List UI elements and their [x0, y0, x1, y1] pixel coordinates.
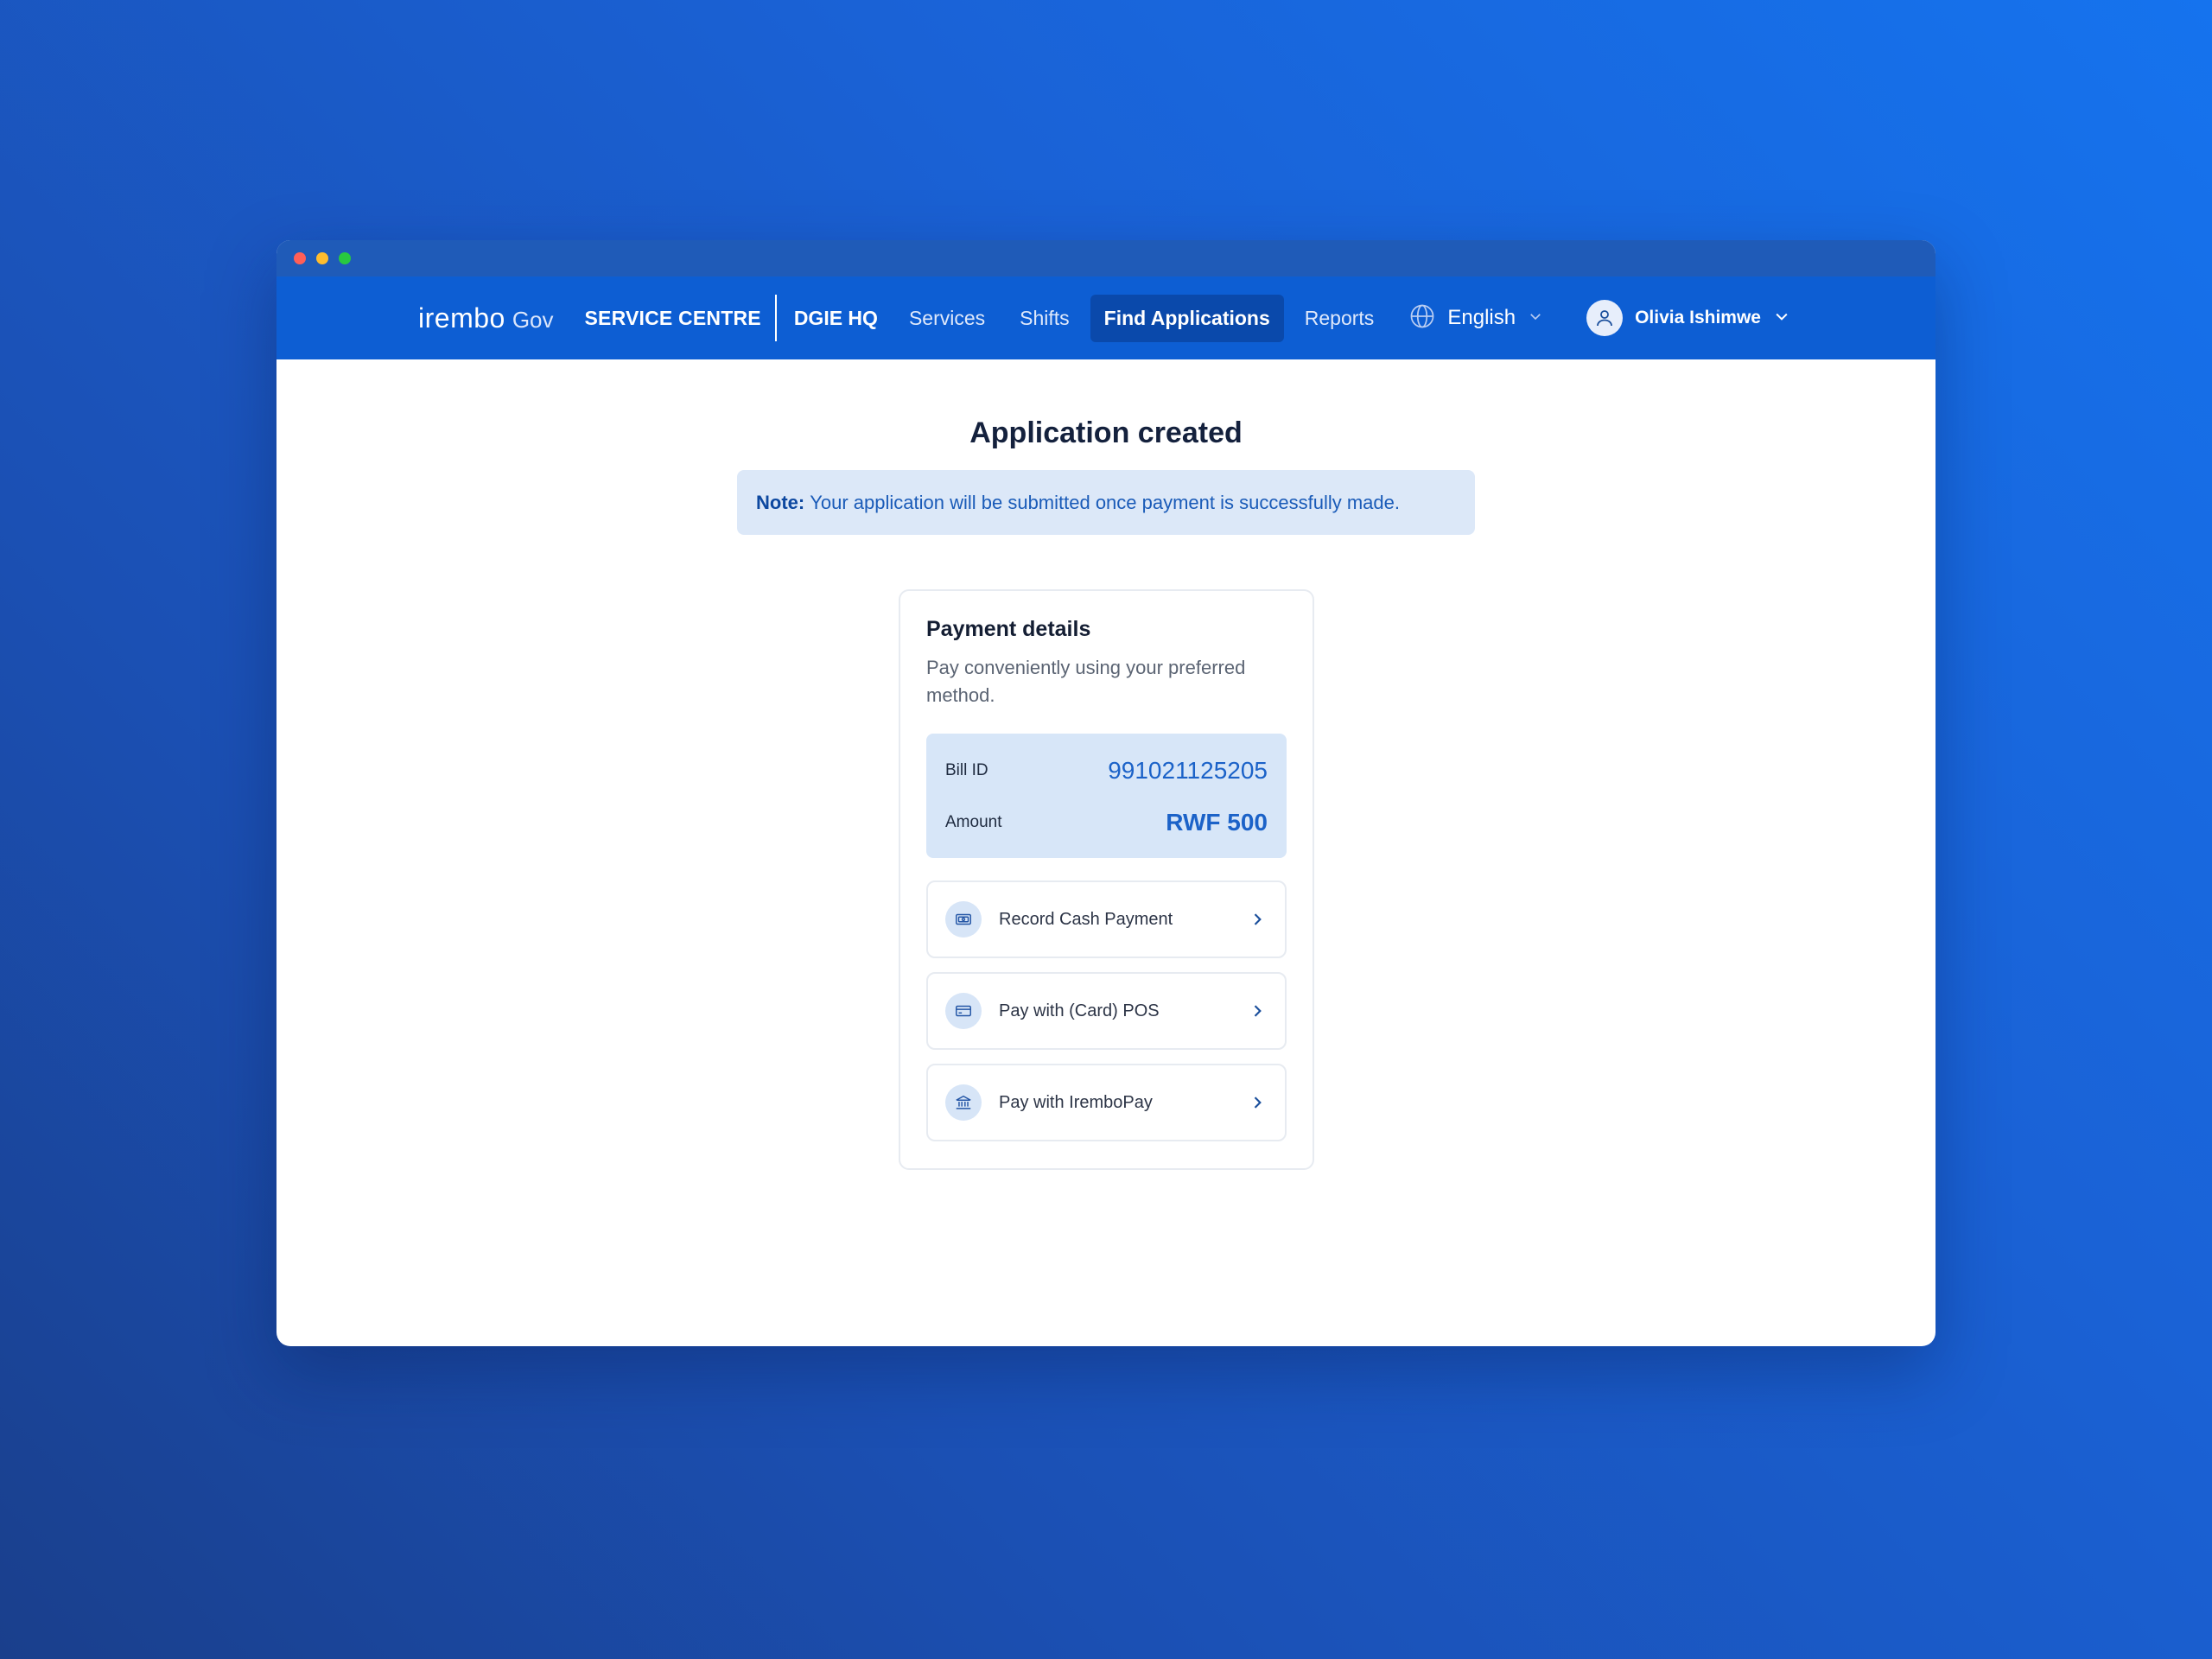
maximize-window-button[interactable]	[339, 252, 351, 264]
method-label: Pay with IremboPay	[999, 1092, 1153, 1112]
minimize-window-button[interactable]	[316, 252, 328, 264]
language-label: English	[1447, 306, 1516, 329]
page-title: Application created	[969, 416, 1243, 449]
chevron-down-icon	[1773, 308, 1790, 329]
pay-with-irembopay-button[interactable]: Pay with IremboPay	[926, 1064, 1287, 1141]
top-navbar: irembo Gov SERVICE CENTRE DGIE HQ Servic…	[276, 276, 1936, 359]
main-content: Application created Note: Your applicati…	[276, 359, 1936, 1346]
service-centre-label: SERVICE CENTRE	[584, 306, 761, 329]
chevron-down-icon	[1528, 308, 1543, 328]
language-selector[interactable]: English	[1409, 303, 1543, 334]
amount-value: RWF 500	[1166, 809, 1268, 836]
close-window-button[interactable]	[294, 252, 306, 264]
user-name: Olivia Ishimwe	[1635, 308, 1761, 327]
payment-details-title: Payment details	[926, 617, 1091, 641]
location-label: DGIE HQ	[793, 306, 878, 329]
user-menu[interactable]: Olivia Ishimwe	[1586, 300, 1790, 336]
logo-wordmark: irembo	[418, 302, 505, 334]
note-text: Your application will be submitted once …	[810, 491, 1400, 513]
irembo-logo[interactable]: irembo Gov	[418, 302, 554, 334]
chevron-right-icon	[1247, 1001, 1268, 1021]
bill-id-label: Bill ID	[945, 761, 988, 779]
method-label: Record Cash Payment	[999, 909, 1173, 929]
nav-link-services[interactable]: Services	[909, 295, 999, 342]
bill-summary: Bill ID 991021125205 Amount RWF 500	[926, 734, 1287, 858]
note-label: Note:	[756, 491, 805, 513]
logo-gov: Gov	[512, 306, 554, 333]
bill-id-value: 991021125205	[1108, 757, 1268, 784]
record-cash-payment-button[interactable]: Record Cash Payment	[926, 880, 1287, 958]
method-label: Pay with (Card) POS	[999, 1001, 1160, 1020]
nav-link-find-applications[interactable]: Find Applications	[1090, 294, 1284, 342]
amount-row: Amount RWF 500	[945, 796, 1268, 849]
chevron-right-icon	[1247, 909, 1268, 930]
user-icon	[1597, 310, 1612, 327]
chevron-right-icon	[1247, 1092, 1268, 1113]
payment-details-card: Payment details Pay conveniently using y…	[899, 589, 1314, 1170]
card-icon	[945, 993, 982, 1029]
browser-window: irembo Gov SERVICE CENTRE DGIE HQ Servic…	[276, 240, 1936, 1346]
amount-label: Amount	[945, 813, 1002, 831]
window-titlebar	[276, 240, 1936, 276]
nav-divider	[774, 295, 777, 341]
bill-id-row: Bill ID 991021125205	[945, 734, 1268, 796]
avatar	[1586, 300, 1624, 336]
cash-icon	[945, 901, 982, 938]
bank-icon	[945, 1084, 982, 1121]
info-note: Note: Your application will be submitted…	[737, 470, 1475, 535]
nav-link-reports[interactable]: Reports	[1291, 295, 1389, 342]
payment-details-subtitle: Pay conveniently using your preferred me…	[926, 657, 1246, 706]
nav-link-shifts[interactable]: Shifts	[1006, 295, 1084, 342]
globe-icon	[1409, 303, 1435, 334]
pay-with-card-pos-button[interactable]: Pay with (Card) POS	[926, 972, 1287, 1050]
